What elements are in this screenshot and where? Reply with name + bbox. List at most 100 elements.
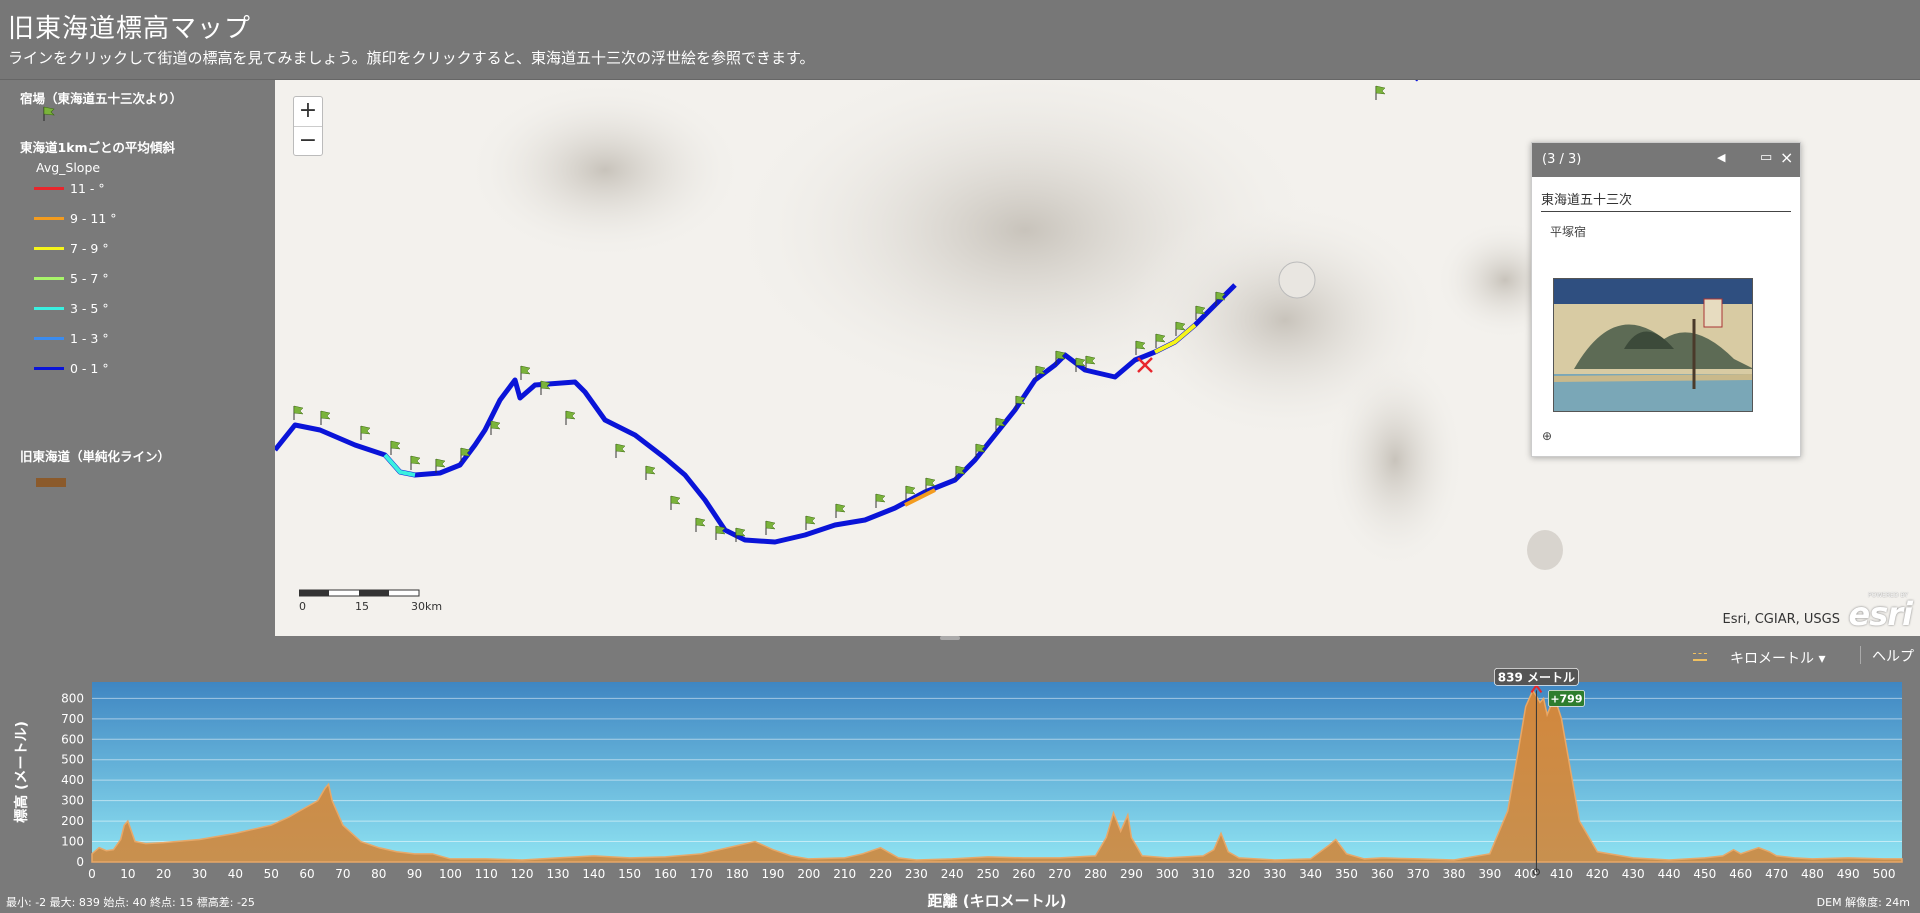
x-tick-label: 90 <box>407 867 422 881</box>
y-tick-label: 800 <box>61 691 84 705</box>
elevation-profile-panel: キロメートル ▾ ヘルプ 0 100 200 300 400 500 600 700 800 0 1… <box>0 640 1920 913</box>
x-tick-label: 310 <box>1192 867 1215 881</box>
legend-slope-label: 7 - 9 ° <box>70 240 109 256</box>
legend-swatch <box>34 246 64 250</box>
peak-label: 839 メートル <box>1498 670 1575 684</box>
x-tick-label: 300 <box>1156 867 1179 881</box>
x-tick-label: 130 <box>546 867 569 881</box>
maximize-icon[interactable]: ▭ <box>1760 150 1772 165</box>
legend-slope-class: 3 - 5 ° <box>34 300 109 316</box>
page-subtitle: ラインをクリックして街道の標高を見てみましょう。旗印をクリックすると、東海道五十… <box>8 49 815 67</box>
legend-slope-title: 東海道1kmごとの平均傾斜 <box>20 140 175 155</box>
map-attribution[interactable]: Esri, CGIAR, USGS <box>1723 612 1840 627</box>
x-tick-label: 20 <box>156 867 171 881</box>
info-popup: (3 / 3) ◀ ▭ × 東海道五十三次 平塚宿 ⊕ <box>1531 142 1801 457</box>
legend-slope-label: 11 - ° <box>70 180 105 196</box>
x-tick-label: 120 <box>511 867 534 881</box>
x-tick-label: 260 <box>1012 867 1035 881</box>
x-tick-label: 160 <box>654 867 677 881</box>
scale-label-0: 0 <box>299 600 306 613</box>
triangle-left-icon[interactable]: ◀ <box>1717 151 1725 164</box>
flag-icon <box>43 106 55 121</box>
x-tick-label: 190 <box>762 867 785 881</box>
x-tick-label: 200 <box>797 867 820 881</box>
zoom-out-button[interactable]: − <box>294 126 322 155</box>
x-axis-label: 距離 (キロメートル) <box>928 892 1067 910</box>
x-tick-label: 140 <box>582 867 605 881</box>
x-tick-label: 480 <box>1801 867 1824 881</box>
x-tick-label: 380 <box>1443 867 1466 881</box>
x-tick-label: 370 <box>1407 867 1430 881</box>
zoom-to-icon[interactable]: ⊕ <box>1542 429 1552 443</box>
legend-slope-class: 1 - 3 ° <box>34 330 109 346</box>
x-tick-label: 150 <box>618 867 641 881</box>
x-tick-label: 230 <box>905 867 928 881</box>
x-tick-label: 220 <box>869 867 892 881</box>
y-axis-label: 標高 (メートル) <box>13 721 30 823</box>
y-tick-label: 200 <box>61 814 84 828</box>
close-icon[interactable]: × <box>1780 148 1793 167</box>
x-tick-label: 330 <box>1263 867 1286 881</box>
y-tick-label: 700 <box>61 712 84 726</box>
x-tick-label: 490 <box>1837 867 1860 881</box>
x-tick-label: 170 <box>690 867 713 881</box>
profile-stats: 最小: -2 最大: 839 始点: 40 終点: 15 標高差: -25 <box>6 896 255 909</box>
x-tick-label: 30 <box>192 867 207 881</box>
ukiyoe-image[interactable] <box>1553 278 1753 412</box>
x-tick-label: 210 <box>833 867 856 881</box>
x-tick-label: 100 <box>439 867 462 881</box>
legend-swatch <box>34 186 64 190</box>
legend-slope-class: 7 - 9 ° <box>34 240 109 256</box>
popup-layer-name: 東海道五十三次 <box>1541 193 1633 208</box>
legend-slope-class: 5 - 7 ° <box>34 270 109 286</box>
zoom-in-button[interactable]: + <box>294 97 322 126</box>
y-tick-label: 500 <box>61 753 84 767</box>
map-view[interactable]: + − 0 15 30km Esri, CGIAR, USGS POWERED … <box>275 80 1920 636</box>
scale-bar-graphic <box>299 589 420 597</box>
x-tick-label: 460 <box>1729 867 1752 881</box>
legend-slope-class: 0 - 1 ° <box>34 360 109 376</box>
scale-label-15: 15 <box>355 600 369 613</box>
x-tick-label: 350 <box>1335 867 1358 881</box>
x-tick-label: 0 <box>88 867 96 881</box>
x-tick-label: 10 <box>120 867 135 881</box>
x-tick-label: 500 <box>1873 867 1896 881</box>
chart-plot-area <box>92 682 1902 862</box>
x-tick-label: 430 <box>1622 867 1645 881</box>
legend-slope-class: 9 - 11 ° <box>34 210 117 226</box>
scale-bar: 0 15 30km <box>299 588 442 616</box>
legend-stations-title: 宿場（東海道五十三次より） <box>20 91 183 106</box>
x-tick-label: 420 <box>1586 867 1609 881</box>
elevation-chart[interactable]: 0 100 200 300 400 500 600 700 800 0 10 20 30 40 50 60 70… <box>0 640 1920 913</box>
popup-titlebar: (3 / 3) ◀ ▭ × <box>1532 143 1800 177</box>
legend-swatch <box>34 216 64 220</box>
x-tick-label: 250 <box>977 867 1000 881</box>
x-tick-label: 440 <box>1658 867 1681 881</box>
legend-slope-label: 5 - 7 ° <box>70 270 109 286</box>
popup-count: (3 / 3) <box>1542 152 1582 167</box>
x-tick-label: 40 <box>228 867 243 881</box>
legend-swatch <box>34 276 64 280</box>
dem-resolution: DEM 解像度: 24m <box>1816 896 1910 909</box>
x-tick-label: 60 <box>299 867 314 881</box>
legend-slope-label: 3 - 5 ° <box>70 300 109 316</box>
legend-slope-label: 0 - 1 ° <box>70 360 109 376</box>
zoom-control: + − <box>293 96 323 156</box>
esri-logo[interactable]: esri <box>1849 595 1913 633</box>
app-header: 旧東海道標高マップ ラインをクリックして街道の標高を見てみましょう。旗印をクリッ… <box>0 0 1920 80</box>
legend-route-title: 旧東海道（単純化ライン） <box>20 449 171 464</box>
legend-slope-class: 11 - ° <box>34 180 105 196</box>
terrain-izu <box>1325 350 1465 570</box>
delta-badge: +799 <box>1550 692 1582 705</box>
legend-swatch <box>34 336 64 340</box>
y-tick-label: 100 <box>61 835 84 849</box>
terrain-west <box>465 80 745 260</box>
ukiyoe-picture <box>1554 279 1752 411</box>
legend-slope-label: 9 - 11 ° <box>70 210 117 226</box>
legend-panel: 宿場（東海道五十三次より） 東海道1kmごとの平均傾斜 Avg_Slope 11… <box>0 80 275 636</box>
x-tick-label: 280 <box>1084 867 1107 881</box>
legend-route-swatch <box>36 478 66 487</box>
x-tick-label: 80 <box>371 867 386 881</box>
x-tick-label: 50 <box>264 867 279 881</box>
x-tick-label: 340 <box>1299 867 1322 881</box>
